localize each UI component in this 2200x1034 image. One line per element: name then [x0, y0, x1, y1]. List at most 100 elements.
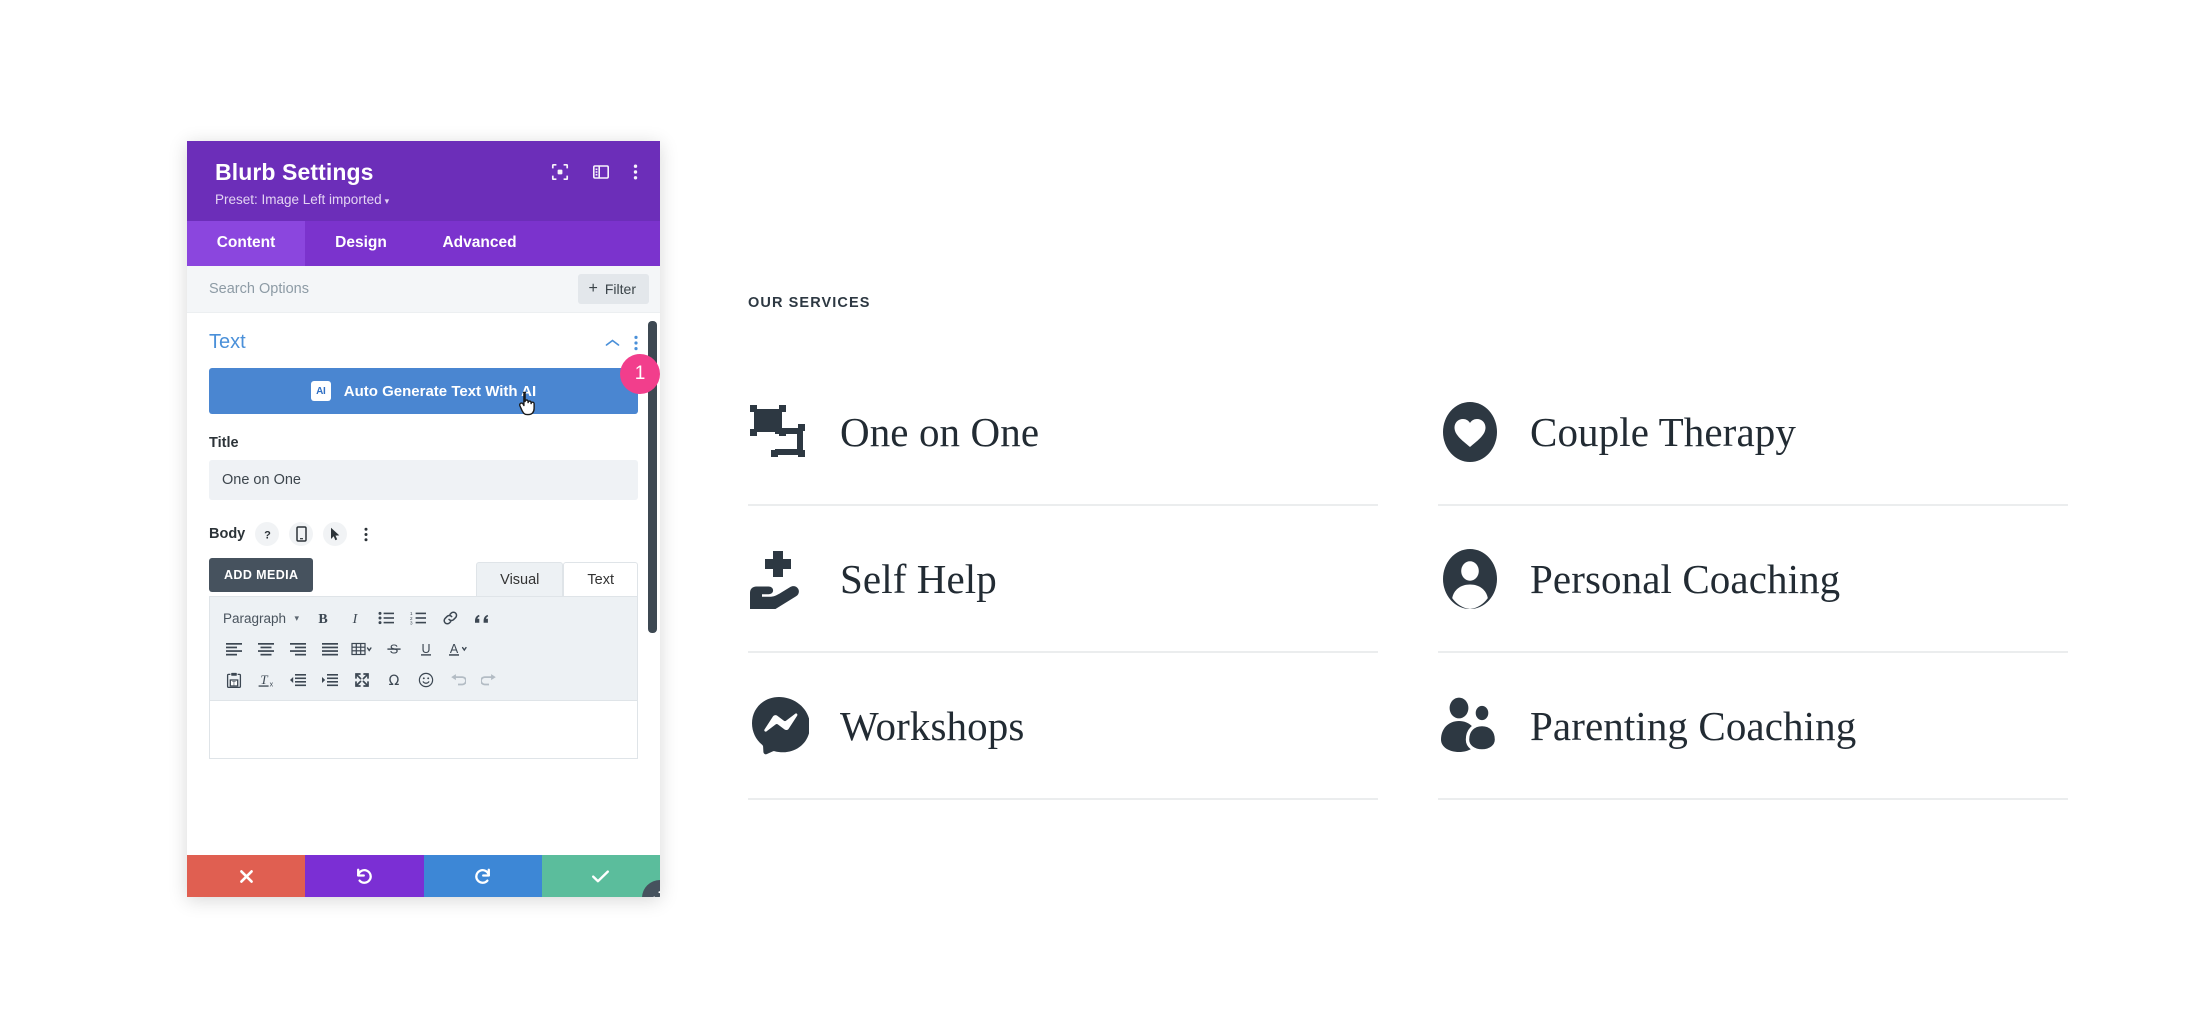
- svg-text:A: A: [449, 642, 458, 656]
- format-select[interactable]: Paragraph ▾: [219, 611, 305, 626]
- numbered-list-icon[interactable]: 1 2 3: [404, 605, 433, 631]
- fullscreen-icon[interactable]: [347, 667, 376, 693]
- modal-footer: [187, 855, 660, 897]
- svg-text:T: T: [232, 680, 236, 687]
- auto-generate-text-with-ai-button[interactable]: AI Auto Generate Text With AI: [209, 368, 638, 415]
- service-label: Personal Coaching: [1530, 555, 1841, 602]
- more-vertical-icon[interactable]: [634, 335, 638, 351]
- svg-text:3: 3: [410, 621, 413, 626]
- service-label: Self Help: [840, 555, 997, 602]
- svg-text:U: U: [421, 642, 430, 656]
- editor-mode-tabs: Visual Text: [476, 562, 638, 597]
- two-people-icon: [1438, 694, 1502, 758]
- editor-tab-visual[interactable]: Visual: [476, 562, 564, 597]
- service-label: One on One: [840, 408, 1040, 455]
- table-icon[interactable]: [347, 636, 376, 662]
- section-title: Text: [209, 331, 246, 354]
- two-frames-icon: [748, 400, 812, 464]
- title-input[interactable]: [209, 460, 638, 501]
- toolbar-row-2: S U A: [219, 636, 628, 662]
- hover-cursor-icon[interactable]: [323, 522, 348, 547]
- svg-text:B: B: [318, 612, 327, 626]
- section-eyebrow: OUR SERVICES: [748, 295, 871, 311]
- responsive-mobile-icon[interactable]: [289, 522, 314, 547]
- body-field-label: Body: [209, 526, 246, 543]
- service-item-parenting-coaching[interactable]: Parenting Coaching: [1438, 653, 2068, 800]
- service-item-couple-therapy[interactable]: Couple Therapy: [1438, 359, 2068, 506]
- text-color-icon[interactable]: A: [443, 636, 472, 662]
- title-field-label: Title: [209, 435, 239, 452]
- bulleted-list-icon[interactable]: [372, 605, 401, 631]
- blurb-settings-modal: Blurb Settings Preset: Image Left import…: [187, 141, 660, 897]
- svg-text:T: T: [260, 672, 268, 687]
- modal-tabs: Content Design Advanced: [187, 221, 660, 267]
- redo-icon[interactable]: [475, 667, 504, 693]
- body-field-header: Body ?: [209, 522, 638, 547]
- plus-icon: +: [588, 280, 598, 298]
- link-icon[interactable]: [436, 605, 465, 631]
- search-input[interactable]: [209, 281, 578, 298]
- tab-advanced[interactable]: Advanced: [417, 221, 542, 266]
- modal-header-icons: [551, 163, 638, 181]
- blockquote-icon[interactable]: [468, 605, 497, 631]
- chevron-up-icon[interactable]: [605, 338, 620, 348]
- focus-icon[interactable]: [551, 163, 569, 181]
- toolbar-row-1: Paragraph ▾ B I 1 2 3: [219, 605, 628, 631]
- align-right-icon[interactable]: [283, 636, 312, 662]
- svg-text:x: x: [269, 682, 273, 688]
- messenger-bubble-icon: [748, 694, 812, 758]
- service-label: Couple Therapy: [1530, 408, 1796, 455]
- bold-icon[interactable]: B: [308, 605, 337, 631]
- redo-button[interactable]: [423, 855, 542, 897]
- undo-button[interactable]: [305, 855, 424, 897]
- cancel-button[interactable]: [187, 855, 306, 897]
- screen: Blurb Settings Preset: Image Left import…: [0, 0, 2200, 1034]
- add-media-button[interactable]: ADD MEDIA: [209, 558, 314, 593]
- undo-icon[interactable]: [443, 667, 472, 693]
- strikethrough-icon[interactable]: S: [379, 636, 408, 662]
- indent-icon[interactable]: [315, 667, 344, 693]
- paste-as-text-icon[interactable]: T: [219, 667, 248, 693]
- special-character-icon[interactable]: Ω: [379, 667, 408, 693]
- chevron-down-icon: ▾: [294, 612, 299, 623]
- filter-button[interactable]: + Filter: [577, 274, 649, 305]
- preset-selector[interactable]: Preset: Image Left imported ▾: [215, 192, 638, 207]
- preset-label: Preset: Image Left imported: [215, 192, 382, 208]
- tab-design[interactable]: Design: [305, 221, 417, 266]
- service-item-self-help[interactable]: Self Help: [748, 506, 1378, 653]
- align-center-icon[interactable]: [251, 636, 280, 662]
- service-item-one-on-one[interactable]: One on One: [748, 359, 1378, 506]
- settings-content: Text AI Auto Generate Text With AI 1 Tit…: [187, 313, 660, 760]
- svg-text:Ω: Ω: [388, 673, 399, 688]
- layout-panel-icon[interactable]: [592, 163, 610, 181]
- ai-badge-icon: AI: [310, 381, 331, 402]
- tab-content[interactable]: Content: [187, 221, 305, 267]
- editor-tab-text[interactable]: Text: [563, 562, 638, 597]
- italic-icon[interactable]: I: [340, 605, 369, 631]
- text-section-header: Text: [209, 313, 638, 368]
- editor-content-area[interactable]: [209, 701, 638, 760]
- align-justify-icon[interactable]: [315, 636, 344, 662]
- services-grid: One on One Couple Therapy Self Help Pers…: [748, 359, 2068, 800]
- editor-header: ADD MEDIA Visual Text: [209, 558, 638, 597]
- more-vertical-icon[interactable]: [633, 163, 638, 181]
- preset-caret-icon: ▾: [384, 196, 390, 207]
- service-label: Parenting Coaching: [1530, 702, 1857, 749]
- outdent-icon[interactable]: [283, 667, 312, 693]
- search-options-row: + Filter: [187, 266, 660, 314]
- person-in-circle-icon: [1438, 547, 1502, 611]
- underline-icon[interactable]: U: [411, 636, 440, 662]
- service-item-personal-coaching[interactable]: Personal Coaching: [1438, 506, 2068, 653]
- service-item-workshops[interactable]: Workshops: [748, 653, 1378, 800]
- services-section: OUR SERVICES One on One Couple Therapy S…: [748, 295, 2068, 800]
- toolbar-row-3: T T x Ω: [219, 667, 628, 693]
- emoji-icon[interactable]: [411, 667, 440, 693]
- service-label: Workshops: [840, 702, 1025, 749]
- clear-formatting-icon[interactable]: T x: [251, 667, 280, 693]
- more-vertical-icon[interactable]: [357, 522, 375, 546]
- section-controls: [605, 335, 638, 351]
- ai-button-label: Auto Generate Text With AI: [343, 382, 537, 400]
- align-left-icon[interactable]: [219, 636, 248, 662]
- help-icon[interactable]: ?: [255, 522, 280, 547]
- editor-toolbar: Paragraph ▾ B I 1 2 3 S U A T T x Ω: [209, 596, 638, 702]
